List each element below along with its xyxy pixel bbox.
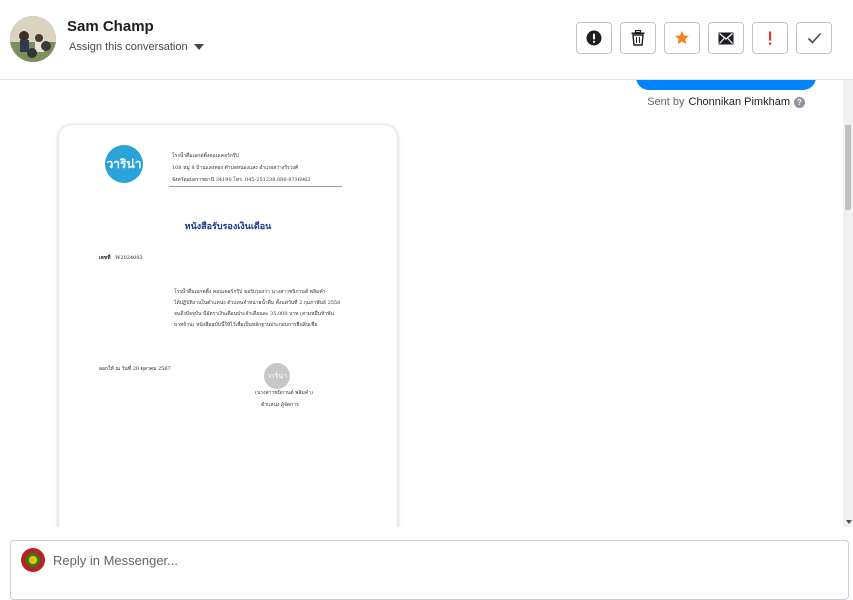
scrollbar-thumb[interactable] (845, 125, 851, 210)
doc-body-line: ได้ปฏิบัติงานในตำแหน่ง ตัวแทนจำหน่ายน้ำด… (174, 300, 341, 306)
caret-down-icon (193, 44, 204, 50)
mark-important-button[interactable] (752, 22, 788, 54)
doc-header-line: 108 หมู่ 8 บ้านแสงทอง ตำบลหนองแสง อำเภอส… (172, 165, 299, 171)
thread-scrollbar[interactable] (843, 80, 853, 527)
doc-title: หนังสือรับรองเงินเดือน (184, 222, 272, 232)
question-icon-glyph: ? (797, 97, 802, 107)
header-divider (169, 186, 342, 187)
page-avatar (21, 548, 45, 572)
sent-by-name: Chonnikan Pimkham (688, 96, 791, 108)
doc-body-line: โรงน้ำดื่มเอกตติ้ง คอนเคอร์กรุ๊ป ขอรับรอ… (174, 289, 326, 295)
doc-number-label: เลขที่ (99, 255, 111, 261)
alert-circle-icon (586, 30, 602, 46)
image-attachment[interactable]: วาริน่า โรงน้ำดื่มเอกตติ้งคอนเคอร์กรุ๊ป … (58, 124, 398, 527)
trash-icon (631, 30, 645, 46)
doc-number: เลขที่ W2024003 (99, 254, 143, 262)
contact-avatar[interactable] (10, 16, 56, 62)
signature-title: ตำแหน่ง ผู้จัดการ (261, 402, 299, 408)
scroll-down-arrow-icon[interactable] (846, 520, 852, 524)
message-thread[interactable]: Sent by Chonnikan Pimkham ? วาริน่า โรงน… (0, 80, 843, 527)
sent-by-info: Sent by Chonnikan Pimkham ? (647, 96, 805, 108)
contact-name[interactable]: Sam Champ (67, 18, 154, 35)
conversation-actions (576, 22, 832, 54)
exclamation-icon (769, 31, 772, 45)
logo-text: วาริน่า (106, 156, 142, 171)
mark-spam-button[interactable] (576, 22, 612, 54)
reply-input[interactable] (53, 549, 813, 571)
signature-name: (นางสาวชนิกานต์ พลิมคำ) (255, 390, 313, 396)
doc-number-value: W2024003 (115, 255, 143, 261)
mark-done-button[interactable] (796, 22, 832, 54)
seal-text: วาริน่า (266, 371, 288, 380)
doc-header-line: จังหวัดอุบลราชธานี 34190 โทร. 045-251238… (172, 177, 311, 183)
star-button[interactable] (664, 22, 700, 54)
conversation-header: Sam Champ Assign this conversation (0, 0, 853, 80)
company-logo: วาริน่า (105, 145, 143, 183)
email-button[interactable] (708, 22, 744, 54)
avatar-photo (10, 16, 56, 62)
delete-button[interactable] (620, 22, 656, 54)
check-icon (807, 32, 821, 44)
doc-body-line: บาทถ้วน) หนังสือฉบับนี้ให้ไว้เพื่อเป็นหล… (174, 322, 318, 328)
envelope-icon (718, 32, 734, 44)
assign-label: Assign this conversation (69, 41, 188, 53)
assign-conversation-dropdown[interactable]: Assign this conversation (69, 41, 204, 53)
company-seal: วาริน่า (264, 363, 290, 389)
outgoing-message-bubble[interactable] (636, 80, 816, 90)
issued-date: ออกให้ ณ วันที่ 20 ตุลาคม 2567 (99, 366, 171, 372)
star-icon (675, 31, 689, 44)
sent-by-prefix: Sent by (647, 96, 685, 108)
question-icon[interactable]: ? (794, 96, 805, 108)
doc-header-line: โรงน้ำดื่มเอกตติ้งคอนเคอร์กรุ๊ป (172, 153, 239, 159)
doc-body-line: จนถึงปัจจุบัน มีอัตราเงินเดือนประจำเดือน… (174, 311, 334, 317)
reply-box (10, 540, 849, 600)
